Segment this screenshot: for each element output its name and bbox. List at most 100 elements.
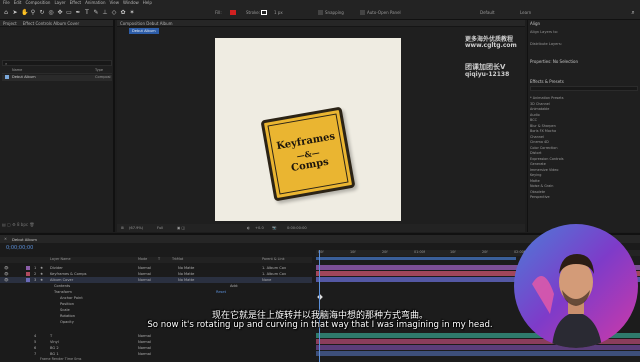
effects-list-item[interactable]: * Animation Presets bbox=[530, 96, 563, 100]
tab-debut-album[interactable]: Debut Album bbox=[12, 237, 37, 242]
eraser-tool-icon[interactable]: ◇ bbox=[111, 9, 117, 16]
work-area-bar[interactable] bbox=[316, 257, 516, 260]
effects-list-item[interactable]: Audio bbox=[530, 113, 540, 117]
close-icon[interactable]: ✕ bbox=[4, 237, 7, 241]
puppet-tool-icon[interactable]: ✶ bbox=[129, 9, 135, 16]
exposure-value[interactable]: +0.0 bbox=[255, 226, 264, 230]
project-columns: Name Type bbox=[2, 68, 112, 74]
tab-project[interactable]: Project bbox=[3, 21, 17, 26]
project-item-type: Composi bbox=[95, 75, 111, 79]
effects-list-item[interactable]: 3D Channel bbox=[530, 102, 550, 106]
rotate-tool-icon[interactable]: ↻ bbox=[39, 9, 45, 16]
exposure-icon[interactable]: ◐ bbox=[247, 226, 250, 230]
effects-list-item[interactable]: Keying bbox=[530, 173, 541, 177]
timeline-columns: Layer Name Mode T TrkMat Parent & Link bbox=[0, 257, 312, 263]
effects-search-input[interactable] bbox=[530, 86, 638, 91]
label-color-icon[interactable] bbox=[26, 272, 30, 276]
snapshot-icon[interactable]: 📷 bbox=[272, 226, 276, 230]
workspace-learn[interactable]: Learn bbox=[520, 10, 531, 15]
resolution-dropdown[interactable]: Full bbox=[157, 226, 163, 230]
auto-open-checkbox[interactable] bbox=[360, 10, 365, 15]
comp-canvas[interactable]: Keyframes —&— Comps bbox=[215, 38, 401, 221]
fill-color-swatch[interactable] bbox=[230, 10, 236, 15]
column-type[interactable]: Type bbox=[95, 68, 103, 72]
project-item-name: Debut Album bbox=[12, 75, 36, 79]
effects-list-item[interactable]: Noise & Grain bbox=[530, 184, 553, 188]
stroke-color-swatch[interactable] bbox=[261, 10, 267, 15]
effects-list-item[interactable]: Obsolete bbox=[530, 190, 545, 194]
align-layers-to: Align Layers to: bbox=[530, 30, 559, 34]
distribute-layers: Distribute Layers: bbox=[530, 42, 562, 46]
snapping-checkbox[interactable] bbox=[318, 10, 323, 15]
search-icon[interactable]: ⌕ bbox=[630, 9, 636, 16]
home-icon[interactable]: ⌂ bbox=[3, 9, 9, 16]
right-panel: Align Align Layers to: Distribute Layers… bbox=[527, 20, 640, 232]
type-tool-icon[interactable]: T bbox=[84, 9, 90, 16]
sticker-border: Keyframes —&— Comps bbox=[267, 113, 349, 195]
effects-list-item[interactable]: Animatable bbox=[530, 107, 549, 111]
pen-tool-icon[interactable]: ✒ bbox=[75, 9, 81, 16]
effects-list-item[interactable]: Color Correction bbox=[530, 146, 557, 150]
subtitle-english: So now it's rotating up and curving in t… bbox=[147, 320, 493, 330]
workspace-default[interactable]: Default bbox=[480, 10, 495, 15]
comp-breadcrumb[interactable]: Debut Album bbox=[129, 28, 159, 34]
frame-render-time: Frame Render Time 0ms bbox=[40, 357, 82, 361]
effects-list-item[interactable]: Channel bbox=[530, 135, 544, 139]
playhead[interactable] bbox=[319, 250, 320, 362]
project-search-input[interactable]: ⌕ bbox=[2, 60, 112, 66]
project-panel-tabs: Project Effect Controls Album Cover bbox=[0, 20, 113, 27]
project-item[interactable]: Debut Album Composi bbox=[2, 75, 112, 81]
effects-list-item[interactable]: Perspective bbox=[530, 195, 550, 199]
tab-composition[interactable]: Composition Debut Album bbox=[120, 21, 173, 26]
composition-panel: Composition Debut Album Debut Album Keyf… bbox=[117, 20, 525, 232]
zoom-tool-icon[interactable]: ⚲ bbox=[30, 9, 36, 16]
effects-list-item[interactable]: Matte bbox=[530, 179, 540, 183]
stroke-width[interactable]: 1 px bbox=[274, 10, 283, 15]
effects-list-item[interactable]: BCC bbox=[530, 118, 537, 122]
magnification-icon[interactable]: ⊞ bbox=[121, 226, 124, 230]
zoom-dropdown[interactable]: (67.9%) bbox=[129, 226, 143, 230]
effects-header: Effects & Presets bbox=[530, 79, 564, 84]
tools-bar: ⌂ ➤ ✋ ⚲ ↻ ◎ ✥ ▭ ✒ T ✎ ⊥ ◇ ✿ ✶ Fill: Stro… bbox=[0, 6, 640, 20]
star-icon: ★ bbox=[40, 278, 44, 282]
album-cover-sticker[interactable]: Keyframes —&— Comps bbox=[260, 106, 356, 202]
viewer-timecode[interactable]: 0:00:00:00 bbox=[287, 226, 307, 230]
effects-list-item[interactable]: Blur & Sharpen bbox=[530, 124, 556, 128]
effects-list-item[interactable]: Generate bbox=[530, 162, 546, 166]
selection-tool-icon[interactable]: ➤ bbox=[12, 9, 18, 16]
comp-viewer-controls: ⊞ (67.9%) Full ▣ ◫ ◐ +0.0 📷 0:00:00:00 bbox=[117, 224, 525, 232]
effects-list-item[interactable]: Cinema 4D bbox=[530, 140, 549, 144]
eye-icon[interactable]: 👁 bbox=[4, 266, 9, 270]
project-footer-icons: ▤ ▢ ⚙ 8 bpc 🗑 bbox=[2, 222, 35, 227]
star-icon: ★ bbox=[40, 272, 44, 276]
align-header[interactable]: Align bbox=[530, 21, 540, 26]
rectangle-tool-icon[interactable]: ▭ bbox=[66, 9, 72, 16]
properties-header: Properties: No Selection bbox=[530, 59, 578, 64]
pan-behind-tool-icon[interactable]: ✥ bbox=[57, 9, 63, 16]
layer-bar[interactable] bbox=[316, 351, 640, 356]
composition-icon bbox=[5, 75, 9, 79]
roto-tool-icon[interactable]: ✿ bbox=[120, 9, 126, 16]
hand-tool-icon[interactable]: ✋ bbox=[21, 9, 28, 16]
effects-list-item[interactable]: Distort bbox=[530, 151, 541, 155]
eye-icon[interactable]: 👁 bbox=[4, 278, 9, 282]
project-panel: Project Effect Controls Album Cover ⌕ Na… bbox=[0, 20, 115, 232]
eye-icon[interactable]: 👁 bbox=[4, 272, 9, 276]
search-icon: ⌕ bbox=[5, 61, 8, 66]
label-color-icon[interactable] bbox=[26, 278, 30, 282]
snapping-label: Snapping bbox=[325, 10, 344, 15]
label-color-icon[interactable] bbox=[26, 266, 30, 270]
current-timecode[interactable]: 0;00;00;00 bbox=[6, 245, 33, 251]
effects-list-item[interactable]: Immersive Video bbox=[530, 168, 558, 172]
camera-tool-icon[interactable]: ◎ bbox=[48, 9, 54, 16]
region-icon[interactable]: ▣ ◫ bbox=[177, 226, 185, 230]
effects-list-item[interactable]: Expression Controls bbox=[530, 157, 564, 161]
brush-tool-icon[interactable]: ✎ bbox=[93, 9, 99, 16]
column-name[interactable]: Name bbox=[12, 68, 22, 72]
star-icon: ★ bbox=[40, 266, 44, 270]
effects-list-item[interactable]: Boris FX Mocha bbox=[530, 129, 556, 133]
comp-tabs: Composition Debut Album bbox=[117, 20, 525, 27]
auto-open-label: Auto-Open Panel bbox=[367, 10, 401, 15]
tab-effect-controls[interactable]: Effect Controls Album Cover bbox=[23, 21, 79, 26]
clone-tool-icon[interactable]: ⊥ bbox=[102, 9, 108, 16]
